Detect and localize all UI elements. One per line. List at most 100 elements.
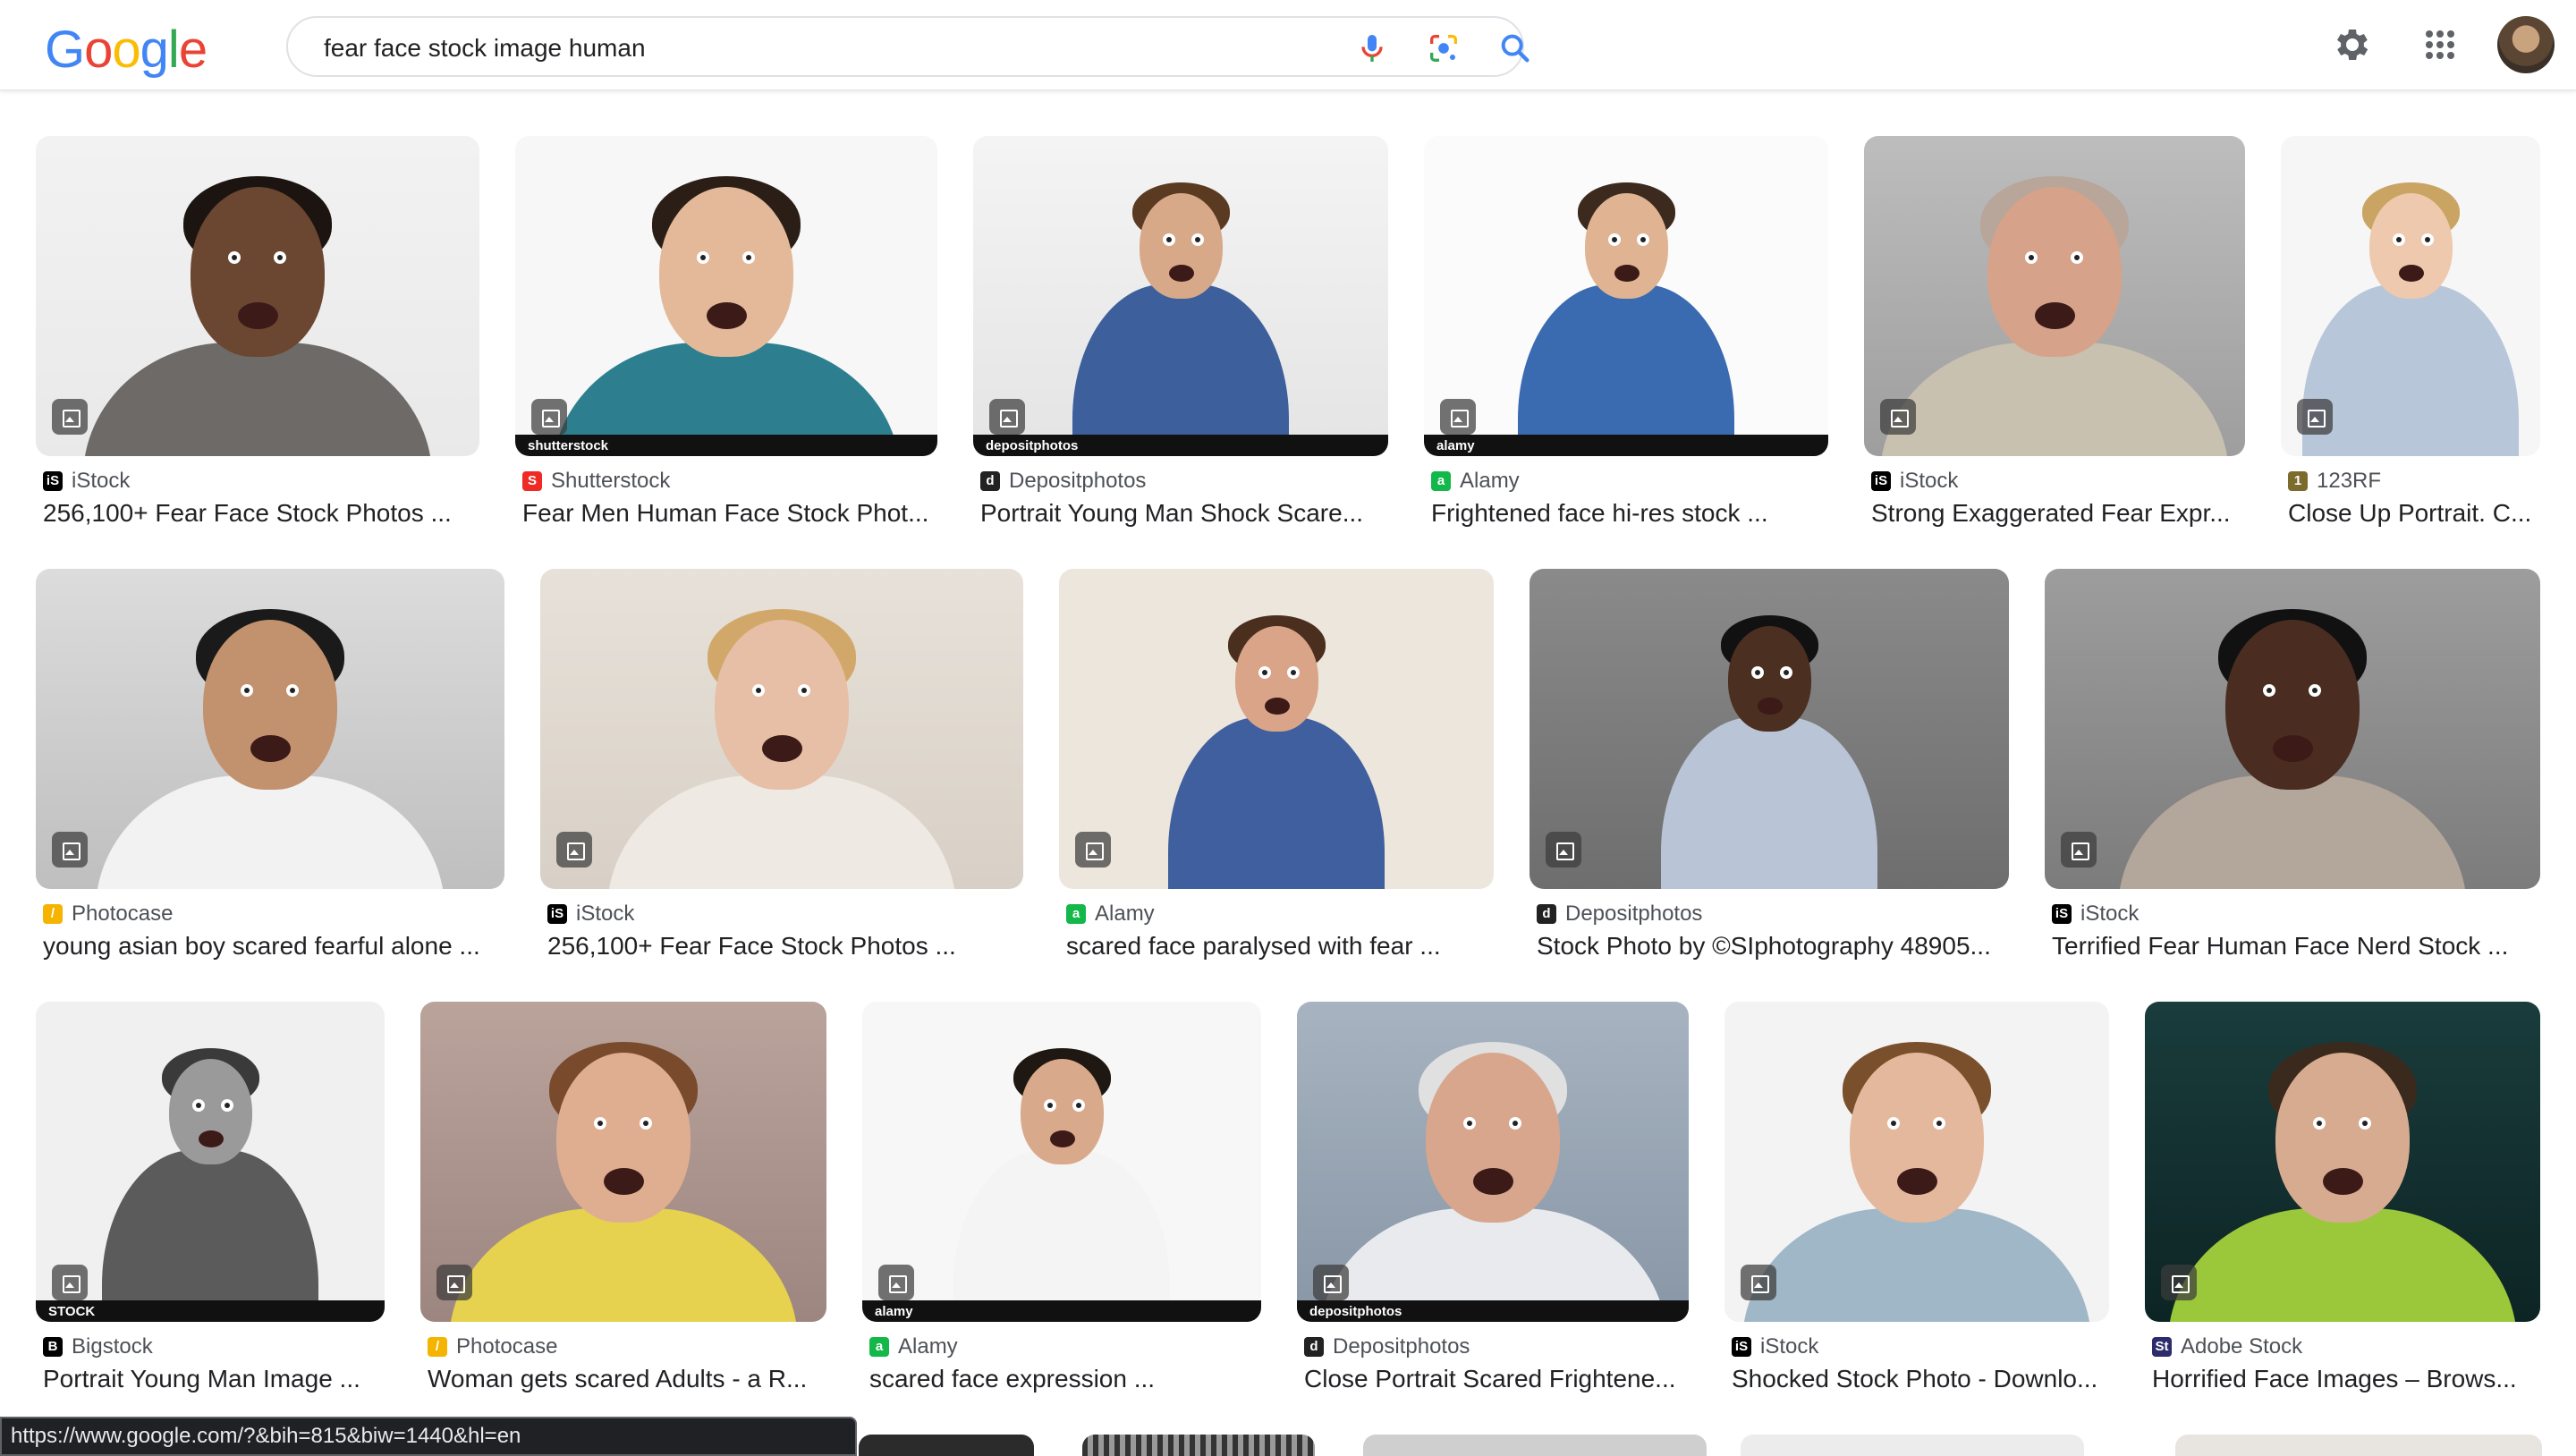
partial-thumbnail[interactable] [1363,1435,1707,1456]
result-title[interactable]: 256,100+ Fear Face Stock Photos ... [43,499,479,528]
logo-letter: l [167,21,180,79]
subject-face [1728,626,1811,732]
result-title[interactable]: Terrified Fear Human Face Nerd Stock ... [2052,932,2540,961]
result-title[interactable]: Frightened face hi-res stock ... [1431,499,1828,528]
result-title[interactable]: scared face paralysed with fear ... [1066,932,1494,961]
result-source[interactable]: a Alamy [1066,902,1155,927]
mic-icon[interactable] [1354,30,1390,66]
result-title[interactable]: Woman gets scared Adults - a R... [428,1365,826,1393]
partial-thumbnail[interactable] [1741,1435,2084,1456]
result-thumbnail[interactable] [1864,136,2245,456]
result-title[interactable]: Stock Photo by ©SIphotography 48905... [1537,932,2009,961]
image-result-card[interactable]: iS iStock 256,100+ Fear Face Stock Photos … [36,136,479,556]
result-source[interactable]: 1 123RF [2288,469,2381,494]
image-result-card[interactable]: alamy a Alamy Frightened face hi-res stock … [1424,136,1828,556]
result-thumbnail[interactable] [1724,1002,2109,1322]
result-title[interactable]: Portrait Young Man Shock Scare... [980,499,1388,528]
image-result-card[interactable]: St Adobe Stock Horrified Face Images – Bro… [2145,1002,2540,1422]
image-result-card[interactable]: alamy a Alamy scared face expression ... [862,1002,1261,1422]
result-source[interactable]: a Alamy [1431,469,1520,494]
result-source[interactable]: S Shutterstock [522,469,670,494]
result-title[interactable]: Strong Exaggerated Fear Expr... [1871,499,2245,528]
image-badge-icon [52,399,88,435]
image-result-card[interactable]: depositphotos d Depositphotos Portrait Youn… [973,136,1388,556]
result-thumbnail[interactable] [420,1002,826,1322]
search-icon[interactable] [1497,30,1533,66]
partial-thumbnail[interactable] [1082,1435,1315,1456]
image-result-card[interactable]: a Alamy scared face paralysed with fear ..… [1059,569,1494,989]
result-thumbnail[interactable]: alamy [862,1002,1261,1322]
subject-face [556,1053,691,1223]
result-thumbnail[interactable] [36,136,479,456]
result-source[interactable]: iS iStock [2052,902,2139,927]
image-result-card[interactable]: iS iStock 256,100+ Fear Face Stock Photos … [540,569,1023,989]
result-thumbnail[interactable]: shutterstock [515,136,937,456]
partial-thumbnail[interactable] [859,1435,1034,1456]
result-thumbnail[interactable] [540,569,1023,889]
result-thumbnail[interactable] [1059,569,1494,889]
result-thumbnail[interactable] [1530,569,2009,889]
result-source[interactable]: iS iStock [547,902,634,927]
image-result-card[interactable]: / Photocase Woman gets scared Adults - a R… [420,1002,826,1422]
google-logo[interactable]: Google [45,20,208,80]
result-title[interactable]: Close Portrait Scared Frightene... [1304,1365,1689,1393]
image-result-card[interactable]: / Photocase young asian boy scared fearful… [36,569,504,989]
source-favicon-icon: d [1304,1337,1324,1357]
source-name: Adobe Stock [2181,1334,2303,1359]
image-result-card[interactable]: shutterstock S Shutterstock Fear Men Human … [515,136,937,556]
result-source[interactable]: d Depositphotos [980,469,1146,494]
eye [594,1117,606,1130]
image-badge-icon [1880,399,1916,435]
image-result-card[interactable]: iS iStock Terrified Fear Human Face Nerd S… [2045,569,2540,989]
result-thumbnail[interactable]: alamy [1424,136,1828,456]
image-result-card[interactable]: depositphotos d Depositphotos Close Portrai… [1297,1002,1689,1422]
result-title[interactable]: Horrified Face Images – Brows... [2152,1365,2540,1393]
open-mouth [1758,698,1783,715]
eye [640,1117,652,1130]
image-result-card[interactable]: iS iStock Shocked Stock Photo - Downlo... [1724,1002,2109,1422]
image-result-card[interactable]: iS iStock Strong Exaggerated Fear Expr... [1864,136,2245,556]
source-name: Alamy [1095,902,1155,926]
result-source[interactable]: iS iStock [1871,469,1958,494]
image-result-card[interactable]: d Depositphotos Stock Photo by ©SIphotogra… [1530,569,2009,989]
result-thumbnail[interactable] [36,569,504,889]
result-title[interactable]: young asian boy scared fearful alone ... [43,932,504,961]
watermark-bar: alamy [862,1300,1261,1322]
lens-icon[interactable] [1426,30,1462,66]
search-box[interactable]: fear face stock image human [286,16,1530,77]
result-source[interactable]: St Adobe Stock [2152,1334,2302,1359]
source-favicon-icon: a [1431,471,1451,491]
partial-thumbnail[interactable] [2175,1435,2542,1456]
result-thumbnail[interactable] [2145,1002,2540,1322]
result-source[interactable]: / Photocase [43,902,173,927]
result-source[interactable]: d Depositphotos [1304,1334,1470,1359]
apps-grid-icon[interactable] [2419,23,2462,66]
result-thumbnail[interactable] [2281,136,2540,456]
result-source[interactable]: iS iStock [43,469,130,494]
watermark-bar: STOCK [36,1300,385,1322]
result-thumbnail[interactable]: depositphotos [973,136,1388,456]
result-title[interactable]: Portrait Young Man Image ... [43,1365,385,1393]
source-name: Depositphotos [1565,902,1703,926]
image-result-card[interactable]: 1 123RF Close Up Portrait. C... [2281,136,2540,556]
result-title[interactable]: Close Up Portrait. C... [2288,499,2540,528]
subject-body [96,775,445,889]
result-title[interactable]: 256,100+ Fear Face Stock Photos ... [547,932,1023,961]
search-input[interactable]: fear face stock image human [324,34,646,63]
settings-gear-icon[interactable] [2329,23,2372,66]
result-source[interactable]: B Bigstock [43,1334,153,1359]
result-source[interactable]: a Alamy [869,1334,958,1359]
result-title[interactable]: Fear Men Human Face Stock Phot... [522,499,937,528]
account-avatar[interactable] [2497,16,2555,73]
result-thumbnail[interactable]: depositphotos [1297,1002,1689,1322]
result-title[interactable]: scared face expression ... [869,1365,1261,1393]
image-result-card[interactable]: STOCK B Bigstock Portrait Young Man Image .… [36,1002,385,1422]
result-title[interactable]: Shocked Stock Photo - Downlo... [1732,1365,2109,1393]
result-source[interactable]: / Photocase [428,1334,557,1359]
subject-face [1235,626,1318,732]
source-name: Photocase [456,1334,558,1359]
result-source[interactable]: d Depositphotos [1537,902,1702,927]
result-thumbnail[interactable]: STOCK [36,1002,385,1322]
result-source[interactable]: iS iStock [1732,1334,1818,1359]
result-thumbnail[interactable] [2045,569,2540,889]
